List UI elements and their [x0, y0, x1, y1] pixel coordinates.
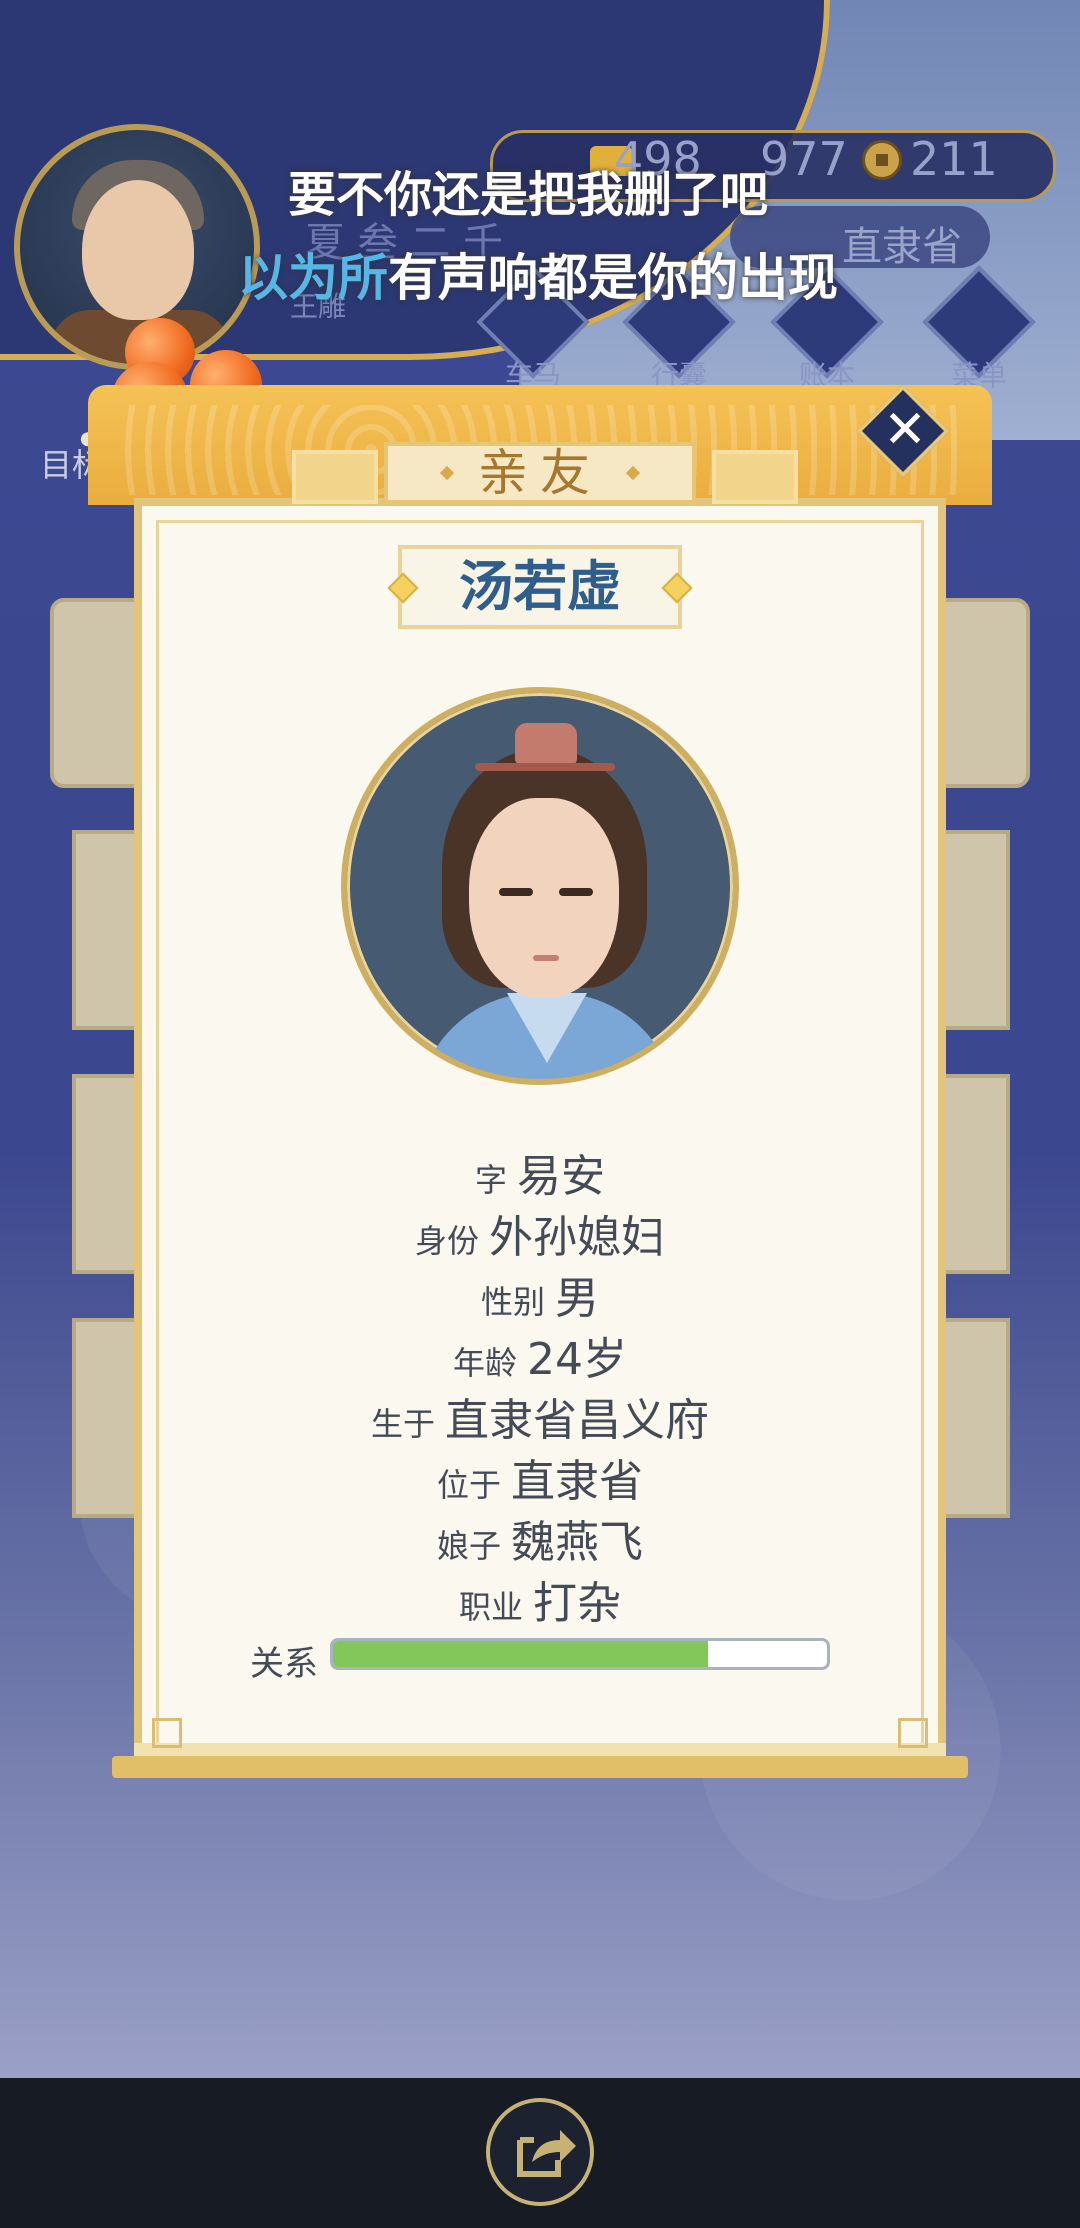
info-row-location: 位于 直隶省 — [436, 1456, 643, 1507]
info-row-birthplace: 生于 直隶省昌义府 — [370, 1395, 709, 1446]
nav-menu-button[interactable]: 菜单 — [922, 265, 1036, 392]
relation-progress-bar — [330, 1638, 830, 1670]
silver-amount: 977 — [760, 132, 848, 186]
corner-ornament — [898, 1718, 928, 1748]
lyric-line-2: 以为所有声响都是你的出现 — [238, 238, 838, 310]
relation-progress-fill — [333, 1641, 709, 1667]
header-tab-left — [292, 450, 378, 504]
copper-coin-icon — [862, 140, 902, 180]
info-row-identity: 身份 外孙媳妇 — [414, 1212, 665, 1263]
character-portrait — [341, 687, 739, 1085]
corner-ornament — [152, 1718, 182, 1748]
close-icon[interactable]: ✕ — [872, 398, 938, 464]
info-row-age: 年龄 24岁 — [452, 1334, 627, 1385]
lyric-rest: 有声响都是你的出现 — [388, 249, 838, 307]
coin-amount: 211 — [910, 132, 998, 186]
share-button[interactable] — [486, 2098, 594, 2206]
share-icon — [517, 2130, 576, 2177]
location-label: 直隶省 — [842, 224, 962, 270]
dialog-base — [112, 1756, 968, 1778]
info-row-gender: 性别男 — [480, 1273, 599, 1324]
header-tab-right — [712, 450, 798, 504]
diamond-ornament — [625, 465, 641, 481]
lyric-line-1: 要不你还是把我删了吧 — [288, 167, 769, 223]
diamond-ornament — [439, 465, 455, 481]
character-name: 汤若虚 — [459, 555, 621, 618]
dialog-title: 亲友 — [478, 444, 602, 502]
dialog-title-plate: 亲友 — [384, 442, 696, 504]
relation-label: 关系 — [250, 1644, 318, 1684]
info-row-occupation: 职业 打杂 — [458, 1578, 621, 1629]
info-row-spouse: 娘子 魏燕飞 — [436, 1517, 643, 1568]
info-row-courtesy-name: 字易安 — [474, 1151, 605, 1202]
character-name-plate: 汤若虚 — [387, 545, 693, 629]
lyric-highlight: 以为所 — [238, 249, 388, 307]
